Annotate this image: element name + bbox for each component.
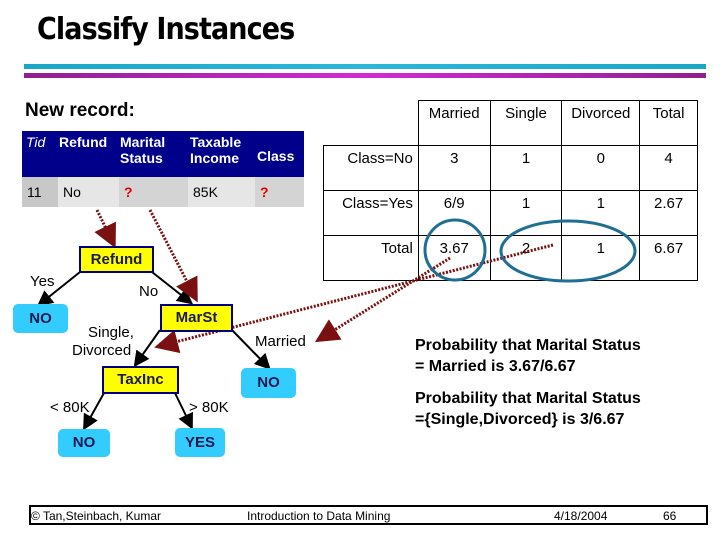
cell: 4 — [639, 145, 698, 191]
new-record-table: Tid Refund Marital Status Taxable Income… — [22, 131, 304, 207]
footer-page-number: 66 — [663, 509, 677, 523]
table-row: Class=Yes 6/9 1 1 2.67 — [323, 190, 698, 236]
footer-course: Introduction to Data Mining — [247, 509, 391, 523]
footer-date: 4/18/2004 — [554, 509, 608, 523]
header-divorced: Divorced — [561, 100, 641, 146]
edge-label-no: No — [139, 283, 159, 300]
row-label: Total — [323, 235, 419, 281]
count-table: Married Single Divorced Total Class=No 3… — [323, 100, 698, 281]
cell-tid: 11 — [22, 177, 58, 207]
node-taxinc: TaxInc — [102, 366, 179, 394]
edge-label-single: Single, — [88, 324, 134, 341]
new-record-label: New record: — [25, 100, 135, 121]
table-row: Class=No 3 1 0 4 — [323, 145, 698, 191]
cell: 1 — [489, 145, 563, 191]
cell: 2.67 — [639, 190, 698, 236]
header-taxable: Taxable — [190, 134, 242, 150]
header-married: Married — [417, 100, 491, 146]
edge-label-yes: Yes — [30, 273, 55, 290]
edge-label-gt-80k: > 80K — [189, 399, 229, 416]
probability-married-line2: = Married is 3.67/6.67 — [415, 358, 576, 375]
header-marital: Marital — [120, 134, 166, 150]
count-table-header-row: Married Single Divorced Total — [324, 100, 698, 146]
cell-class-unknown: ? — [260, 184, 269, 200]
footer-copyright: © Tan,Steinbach, Kumar — [31, 509, 162, 523]
header-status: Status — [120, 150, 163, 166]
edge-label-divorced: Divorced — [72, 342, 132, 359]
cell: 6.67 — [639, 235, 698, 281]
header-income: Income — [190, 150, 240, 166]
record-header-row: Tid Refund Marital Status Taxable Income… — [22, 131, 304, 177]
leaf-no-low-income: NO — [58, 429, 110, 457]
header-class: Class — [257, 148, 295, 164]
cell-income: 85K — [188, 177, 255, 207]
cell: 3 — [417, 145, 491, 191]
cell-refund: No — [58, 177, 119, 207]
slide-title: Classify Instances — [37, 12, 295, 47]
cell: 3.67 — [417, 235, 491, 281]
probability-single-divorced-line2: ={Single,Divorced} is 3/6.67 — [415, 411, 625, 428]
node-refund: Refund — [79, 246, 154, 273]
edge-label-lt-80k: < 80K — [50, 399, 90, 416]
header-refund: Refund — [59, 134, 108, 150]
arrow-refund-to-node — [94, 209, 116, 249]
probability-single-divorced-line1: Probability that Marital Status — [415, 390, 641, 407]
title-rule-cyan — [24, 64, 706, 69]
leaf-yes-high-income: YES — [175, 428, 225, 457]
cell: 1 — [489, 190, 563, 236]
header-single: Single — [489, 100, 563, 146]
title-rule-magenta — [24, 73, 706, 78]
probability-married-line1: Probability that Marital Status — [415, 337, 641, 354]
cell: 6/9 — [417, 190, 491, 236]
cell: 1 — [561, 190, 641, 236]
edge-marst-single — [133, 329, 161, 368]
record-data-row: 11 No ? 85K ? — [22, 177, 304, 207]
cell: 1 — [561, 235, 641, 281]
probability-single-divorced: Probability that Marital Status ={Single… — [415, 388, 641, 430]
header-empty — [324, 101, 419, 146]
cell: 2 — [489, 235, 563, 281]
leaf-no-refund-yes: NO — [13, 304, 68, 333]
cell: 0 — [561, 145, 641, 191]
row-label: Class=No — [323, 145, 419, 191]
probability-married: Probability that Marital Status = Marrie… — [415, 335, 641, 377]
node-marst: MarSt — [160, 304, 233, 332]
header-tid: Tid — [26, 134, 46, 150]
cell-marital-unknown: ? — [124, 184, 133, 200]
row-label: Class=Yes — [323, 190, 419, 236]
table-row: Total 3.67 2 1 6.67 — [323, 235, 698, 281]
leaf-no-married: NO — [241, 368, 296, 398]
edge-label-married: Married — [255, 333, 306, 350]
slide-footer: © Tan,Steinbach, Kumar Introduction to D… — [29, 505, 708, 525]
header-total: Total — [639, 100, 698, 146]
